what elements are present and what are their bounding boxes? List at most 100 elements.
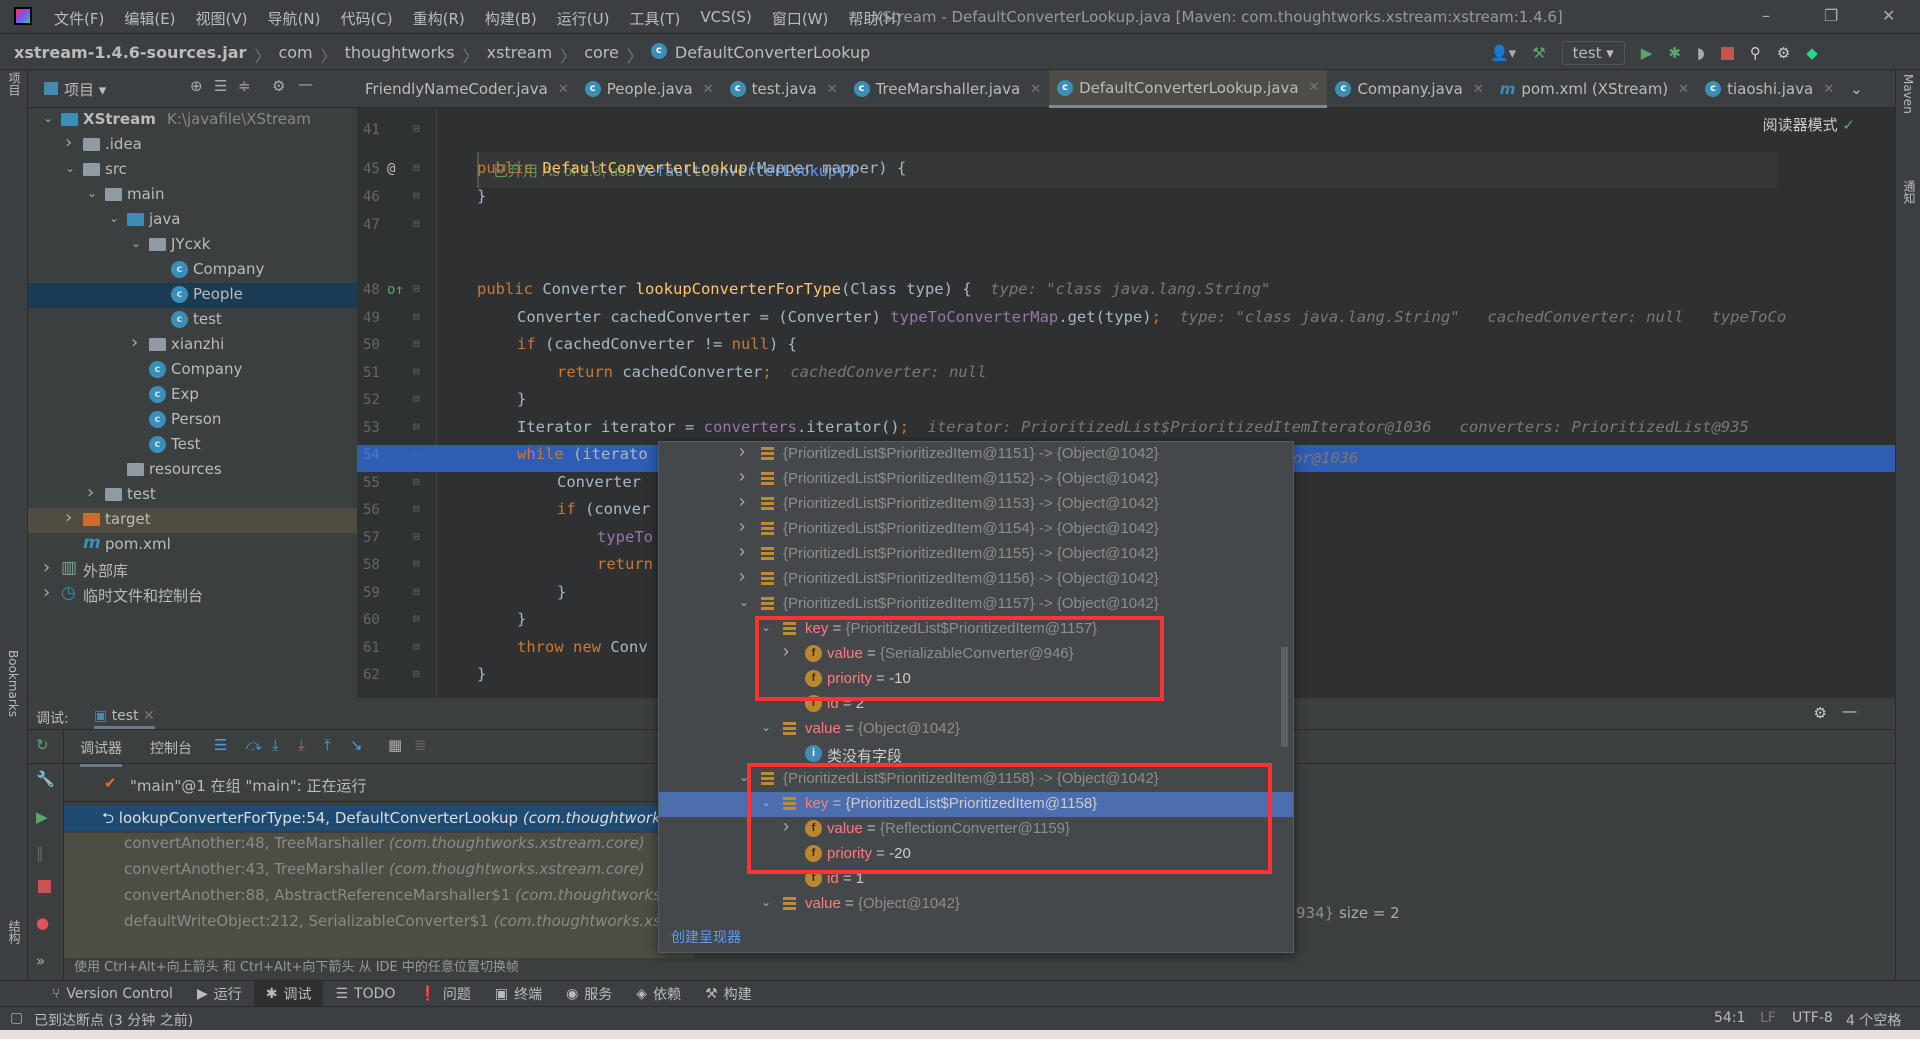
menu-item[interactable]: 导航(N) (258, 8, 331, 29)
close-tab-icon[interactable]: ✕ (1473, 82, 1484, 97)
tree-item[interactable]: › test (28, 482, 357, 508)
menu-item[interactable]: VCS(S) (690, 8, 761, 29)
pause-icon[interactable]: ‖ (36, 844, 44, 862)
tree-item[interactable]: ⌄ JYcxk (28, 233, 357, 258)
structure-tool-button[interactable]: 结构 (6, 920, 23, 944)
fold-marker-icon[interactable]: ⊟ (413, 392, 420, 405)
annotation-gutter-icon[interactable]: @ (387, 161, 395, 177)
caret-position[interactable]: 54:1 (1714, 1010, 1745, 1026)
chevron-right-icon[interactable]: › (43, 582, 50, 603)
tab-defaultconverterlookup-java[interactable]: c DefaultConverterLookup.java ✕ (1049, 70, 1328, 108)
variable-inspect-popup[interactable]: › {PrioritizedList$PrioritizedItem@1151} … (658, 441, 1294, 953)
fold-marker-icon[interactable]: ⊟ (413, 161, 420, 174)
expand-all-icon[interactable]: ☰ (214, 77, 227, 95)
fold-marker-icon[interactable]: ⊟ (413, 122, 420, 135)
chevron-down-icon[interactable]: ⌄ (43, 111, 53, 125)
user-icon[interactable]: 👤▾ (1490, 44, 1516, 62)
chevron-right-icon[interactable]: › (739, 466, 745, 487)
hide-panel-icon[interactable]: — (1842, 702, 1857, 720)
step-out-icon[interactable]: ⤒ (324, 736, 331, 754)
breadcrumb-item[interactable]: com (278, 43, 312, 67)
tree-item[interactable]: › target (28, 507, 357, 533)
fold-marker-icon[interactable]: ⊟ (413, 420, 420, 433)
gear-icon[interactable]: ⚙ (272, 77, 285, 95)
notifications-tool-button[interactable]: 通知 (1901, 180, 1918, 204)
collapse-all-icon[interactable]: ≑ (238, 77, 251, 95)
tab-friendlynamecoder-java[interactable]: FriendlyNameCoder.java ✕ (357, 70, 577, 108)
close-tab-icon[interactable]: ✕ (827, 82, 838, 97)
chevron-down-icon[interactable]: ⌄ (65, 161, 75, 175)
tree-item[interactable]: › xianzhi (28, 332, 357, 358)
tab-console[interactable]: 控制台 (150, 738, 192, 758)
fold-marker-icon[interactable]: ⊟ (413, 310, 420, 323)
chevron-right-icon[interactable]: › (43, 557, 50, 578)
tree-item[interactable]: ⌄ XStream K:\javafile\XStream (28, 108, 357, 133)
variable-row[interactable]: ⌄ {PrioritizedList$PrioritizedItem@1157} … (659, 592, 1293, 617)
close-button[interactable]: ✕ (1882, 6, 1895, 25)
hide-panel-icon[interactable]: — (298, 75, 313, 93)
run-to-cursor-icon[interactable]: ↘ (350, 736, 363, 754)
close-tab-icon[interactable]: ✕ (558, 82, 569, 97)
chevron-down-icon[interactable]: ⌄ (109, 211, 119, 225)
menu-item[interactable]: 编辑(E) (114, 8, 185, 29)
tool-dependencies[interactable]: ◈ 依赖 (624, 981, 693, 1006)
close-tab-icon[interactable]: ✕ (1823, 82, 1834, 97)
status-panel-icon[interactable]: ▢ (10, 1010, 23, 1026)
debug-session-tab[interactable]: ▣ test ✕ (94, 708, 155, 729)
close-tab-icon[interactable]: ✕ (1030, 82, 1041, 97)
chevron-right-icon[interactable]: › (739, 516, 745, 537)
menu-item[interactable]: 代码(C) (330, 8, 402, 29)
tree-item[interactable]: ⌄ src (28, 158, 357, 183)
menu-item[interactable]: 文件(F) (44, 8, 114, 29)
indent-setting[interactable]: 4 个空格 (1846, 1010, 1901, 1030)
tab-company-java[interactable]: c Company.java ✕ (1327, 70, 1491, 108)
chevron-down-icon[interactable]: ⌄ (761, 720, 771, 734)
chevron-right-icon[interactable]: › (87, 482, 94, 503)
chevron-right-icon[interactable]: › (65, 507, 72, 528)
stop-icon[interactable] (38, 880, 51, 893)
breadcrumb-item[interactable]: xstream (487, 43, 553, 67)
chevron-right-icon[interactable]: › (131, 332, 138, 353)
fold-marker-icon[interactable]: ⊟ (413, 640, 420, 653)
gear-icon[interactable]: ⚙ (1814, 704, 1827, 722)
variable-row[interactable]: › {PrioritizedList$PrioritizedItem@1152} … (659, 466, 1293, 492)
tool-vcs[interactable]: ⑂ Version Control (40, 981, 185, 1006)
tree-item[interactable]: › ▥ 外部库 (28, 557, 357, 583)
tree-item[interactable]: › ◷ 临时文件和控制台 (28, 582, 357, 608)
tab-pom-xml-xstream-[interactable]: m pom.xml (XStream) ✕ (1492, 70, 1697, 108)
debug-icon[interactable]: ✱ (1668, 44, 1681, 62)
variable-row[interactable]: › {PrioritizedList$PrioritizedItem@1153} … (659, 491, 1293, 517)
fold-marker-icon[interactable]: ⊟ (413, 189, 420, 202)
locate-icon[interactable]: ⊕ (190, 77, 203, 95)
tree-item[interactable]: › .idea (28, 132, 357, 158)
variable-row[interactable]: ⌄ value = {Object@1042} (659, 717, 1293, 742)
settings-wrench-icon[interactable]: 🔧 (36, 770, 55, 788)
toolbox-icon[interactable]: ◆ (1806, 44, 1818, 62)
tree-item[interactable]: c Company (28, 258, 357, 283)
run-config-dropdown[interactable]: test ▾ (1561, 41, 1625, 65)
breadcrumb-item[interactable]: xstream-1.4.6-sources.jar (14, 43, 246, 67)
fold-marker-icon[interactable]: ⊟ (413, 282, 420, 295)
gear-icon[interactable]: ⚙ (1777, 44, 1790, 62)
tab-debugger[interactable]: 调试器 (80, 738, 122, 767)
menu-item[interactable]: 运行(U) (547, 8, 620, 29)
breadcrumb-item[interactable]: core (584, 43, 619, 67)
variable-row[interactable]: › {PrioritizedList$PrioritizedItem@1151} … (659, 442, 1293, 467)
fold-marker-icon[interactable]: ⊟ (413, 667, 420, 680)
chevron-right-icon[interactable]: › (739, 491, 745, 512)
chevron-right-icon[interactable]: › (739, 566, 745, 587)
close-tab-icon[interactable]: ✕ (703, 82, 714, 97)
fold-marker-icon[interactable]: ⊟ (413, 557, 420, 570)
stack-frame[interactable]: convertAnother:48, TreeMarshaller (com.t… (64, 831, 694, 857)
fold-marker-icon[interactable]: ⊟ (413, 365, 420, 378)
tree-item[interactable]: ⌄ java (28, 208, 357, 233)
thread-selector[interactable]: ✔ "main"@1 在组 "main": 正在运行 (64, 768, 694, 802)
tab-treemarshaller-java[interactable]: c TreeMarshaller.java ✕ (846, 70, 1050, 108)
menu-item[interactable]: 重构(R) (403, 8, 475, 29)
chevron-right-icon[interactable]: › (739, 442, 745, 462)
create-renderer-link[interactable]: 创建呈现器 (671, 927, 741, 947)
close-tab-icon[interactable]: ✕ (1309, 80, 1320, 95)
fold-marker-icon[interactable]: ⊟ (413, 475, 420, 488)
stack-frame[interactable]: defaultWriteObject:212, SerializableConv… (64, 909, 694, 935)
chevron-down-icon[interactable]: ⌄ (87, 186, 97, 200)
